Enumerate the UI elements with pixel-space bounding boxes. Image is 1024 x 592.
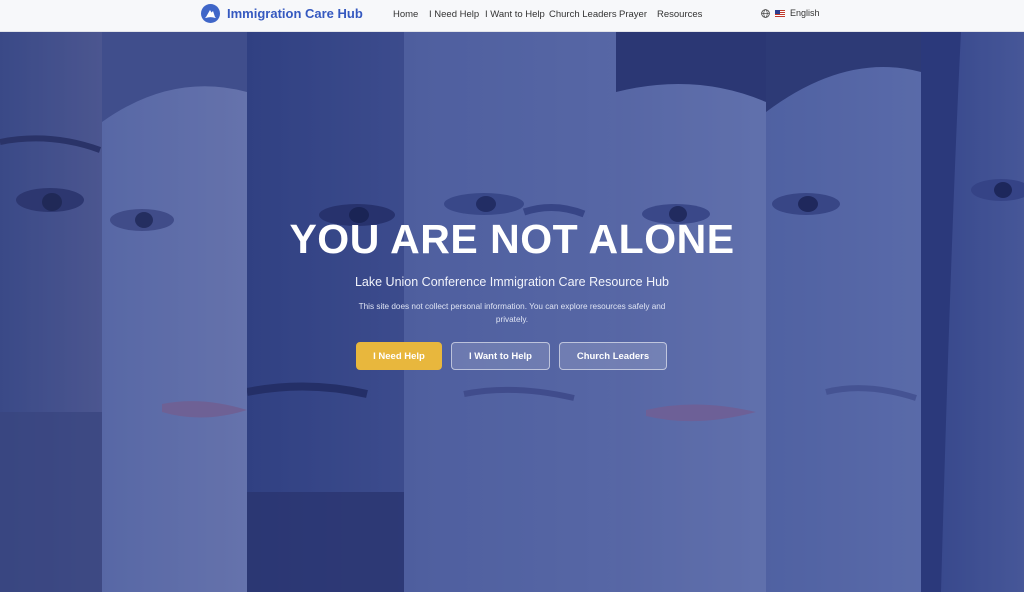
hero-title: YOU ARE NOT ALONE [289, 216, 735, 262]
brand-name: Immigration Care Hub [227, 6, 363, 21]
hero-subtitle: Lake Union Conference Immigration Care R… [354, 275, 670, 289]
need-help-button[interactable]: I Need Help [356, 342, 442, 370]
us-flag-icon [775, 9, 785, 17]
language-label: English [790, 8, 820, 18]
church-leaders-button[interactable]: Church Leaders [559, 342, 667, 370]
nav-link-church-leaders[interactable]: Church Leaders [549, 9, 617, 20]
nav-link-resources[interactable]: Resources [657, 9, 702, 20]
nav-link-home[interactable]: Home [393, 9, 418, 20]
nav-link-prayer[interactable]: Prayer [619, 9, 647, 20]
nav-link-want-help[interactable]: I Want to Help [485, 9, 545, 20]
hero-content: YOU ARE NOT ALONE Lake Union Conference … [0, 32, 1024, 592]
church-logo-icon [201, 4, 220, 23]
hero-section: YOU ARE NOT ALONE Lake Union Conference … [0, 32, 1024, 592]
nav-link-need-help[interactable]: I Need Help [429, 9, 479, 20]
privacy-note: This site does not collect personal info… [358, 302, 666, 324]
want-to-help-button[interactable]: I Want to Help [451, 342, 550, 370]
brand-link[interactable]: Immigration Care Hub [201, 4, 363, 23]
globe-icon [761, 8, 770, 18]
language-selector[interactable]: English [761, 8, 820, 18]
top-navbar: Immigration Care Hub Home I Need Help I … [0, 0, 1024, 32]
